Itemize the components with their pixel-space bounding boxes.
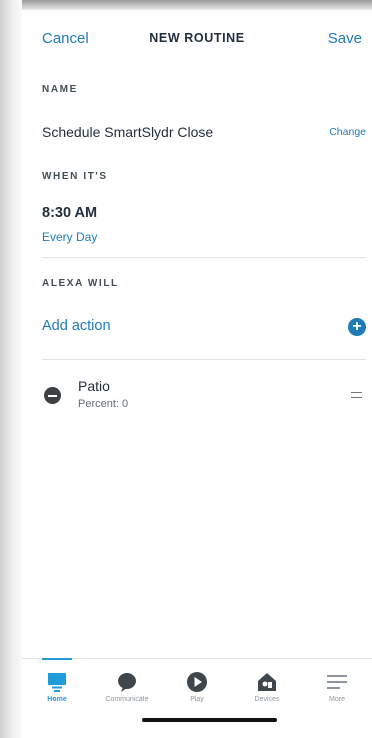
chat-bubble-icon bbox=[118, 673, 136, 692]
nav-more-label: More bbox=[329, 696, 345, 703]
home-icon bbox=[48, 673, 66, 692]
routine-screen: Cancel NEW ROUTINE Save NAME Schedule Sm… bbox=[22, 10, 372, 738]
routine-name-value: Schedule SmartSlydr Close bbox=[42, 124, 214, 140]
name-section-label: NAME bbox=[42, 84, 78, 95]
add-action-link[interactable]: Add action bbox=[42, 318, 111, 334]
device-frame-top bbox=[0, 0, 372, 10]
alexa-will-section-label: ALEXA WILL bbox=[42, 278, 119, 289]
change-name-link[interactable]: Change bbox=[329, 126, 366, 138]
remove-action-minus-icon[interactable] bbox=[44, 387, 61, 404]
nav-more[interactable]: More bbox=[302, 659, 372, 715]
nav-play-label: Play bbox=[190, 696, 204, 703]
menu-lines-icon bbox=[327, 675, 347, 689]
drag-handle-icon[interactable] bbox=[351, 392, 362, 398]
add-action-plus-icon[interactable]: + bbox=[348, 318, 366, 336]
nav-home-label: Home bbox=[47, 696, 67, 703]
page-title: NEW ROUTINE bbox=[149, 31, 245, 45]
trigger-frequency[interactable]: Every Day bbox=[42, 230, 97, 244]
save-button[interactable]: Save bbox=[328, 30, 362, 47]
trigger-time[interactable]: 8:30 AM bbox=[42, 205, 97, 221]
active-tab-indicator bbox=[42, 658, 72, 660]
nav-communicate[interactable]: Communicate bbox=[92, 659, 162, 715]
play-icon bbox=[187, 672, 207, 692]
action-detail: Percent: 0 bbox=[78, 398, 129, 410]
device-frame-left bbox=[0, 0, 22, 738]
divider bbox=[42, 359, 366, 360]
home-indicator[interactable] bbox=[142, 718, 277, 722]
nav-home[interactable]: Home bbox=[22, 658, 92, 715]
nav-devices-label: Devices bbox=[254, 696, 280, 703]
devices-house-icon bbox=[258, 673, 276, 691]
nav-communicate-label: Communicate bbox=[105, 696, 149, 703]
when-section-label: WHEN IT'S bbox=[42, 171, 108, 182]
bottom-nav: Home Communicate Play Devices More bbox=[22, 658, 372, 714]
divider bbox=[42, 257, 366, 258]
nav-devices[interactable]: Devices bbox=[232, 659, 302, 715]
nav-play[interactable]: Play bbox=[162, 659, 232, 715]
action-device-name[interactable]: Patio bbox=[78, 378, 110, 394]
